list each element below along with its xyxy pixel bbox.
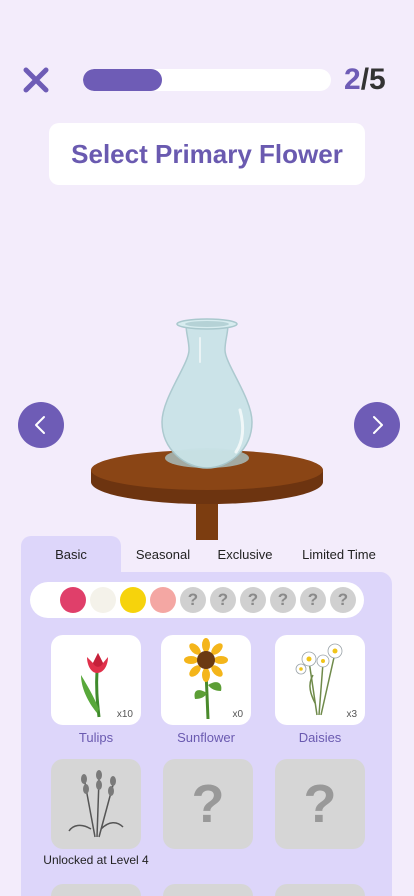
question-mark-icon: ? <box>191 774 225 834</box>
flower-card-tulips[interactable]: x10 <box>51 635 141 725</box>
color-swatch-bar: ? ? ? ? ? ? <box>30 582 364 618</box>
chevron-left-icon <box>35 416 45 434</box>
prev-vase-button[interactable] <box>18 402 64 448</box>
lavender-icon <box>68 770 124 838</box>
tab-basic[interactable]: Basic <box>21 536 121 574</box>
locked-swatch: ? <box>270 587 296 613</box>
color-swatch[interactable] <box>120 587 146 613</box>
step-total: /5 <box>360 63 386 96</box>
locked-swatch: ? <box>210 587 236 613</box>
chevron-right-icon <box>373 416 383 434</box>
flower-quantity: x3 <box>346 709 357 720</box>
progress-bar <box>83 69 331 91</box>
progress-fill <box>83 69 163 91</box>
color-swatch[interactable] <box>90 587 116 613</box>
tab-limited-time[interactable]: Limited Time <box>293 536 385 574</box>
category-tabs: Basic Seasonal Exclusive Limited Time <box>21 536 392 574</box>
locked-swatch: ? <box>240 587 266 613</box>
locked-swatch: ? <box>180 587 206 613</box>
close-icon <box>23 67 49 93</box>
flower-quantity: x0 <box>232 709 243 720</box>
flower-name: Tulips <box>78 730 114 745</box>
flower-quantity: x10 <box>116 709 133 720</box>
color-swatch[interactable] <box>60 587 86 613</box>
flower-name: Daisies <box>298 730 342 745</box>
step-counter: 2/5 <box>344 60 386 100</box>
flower-name: Sunflower <box>177 730 235 745</box>
next-vase-button[interactable] <box>354 402 400 448</box>
question-mark-icon: ? <box>303 774 337 834</box>
page-title: Select Primary Flower <box>49 123 365 185</box>
tab-exclusive[interactable]: Exclusive <box>207 536 283 574</box>
close-button[interactable] <box>22 66 50 94</box>
flower-card-sunflower[interactable]: x0 <box>161 635 251 725</box>
unlock-requirement: Unlocked at Level 4 <box>43 853 149 867</box>
locked-flower-card: ? <box>275 759 365 849</box>
locked-flower-card <box>51 759 141 849</box>
tab-seasonal[interactable]: Seasonal <box>125 536 201 574</box>
color-swatch[interactable] <box>150 587 176 613</box>
flower-card-daisies[interactable]: x3 <box>275 635 365 725</box>
locked-flower-card <box>163 884 253 896</box>
locked-flower-card <box>275 884 365 896</box>
locked-swatch: ? <box>300 587 326 613</box>
locked-swatch: ? <box>330 587 356 613</box>
locked-flower-card: ? <box>163 759 253 849</box>
step-current: 2 <box>344 63 361 96</box>
locked-flower-card <box>51 884 141 896</box>
